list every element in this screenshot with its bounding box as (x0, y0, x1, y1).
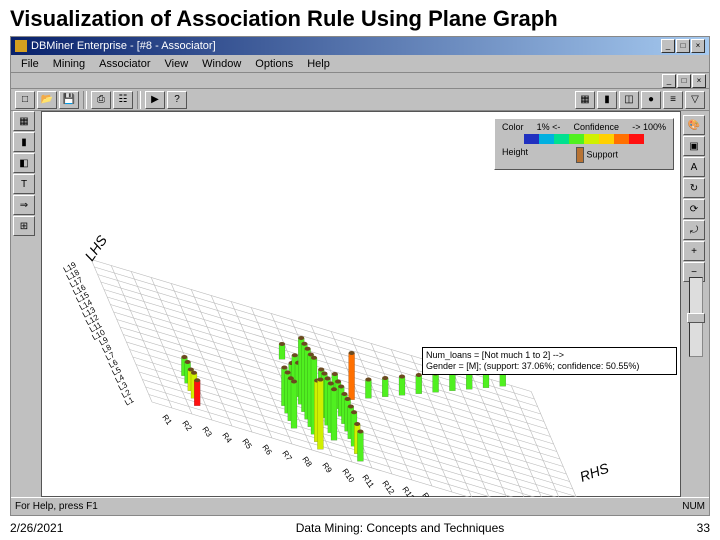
view-grid-icon[interactable]: ▦ (13, 111, 35, 131)
status-help-text: For Help, press F1 (15, 501, 98, 512)
mdi-restore-button[interactable]: □ (677, 74, 691, 88)
legend-scale-right: -> 100% (632, 122, 666, 132)
plot-viewport: Color 1% <- Confidence -> 100% Height Su… (41, 111, 681, 497)
right-toolbar: 🎨 ▣ A ↻ ⟳ ⤾ + − (683, 115, 707, 282)
svg-text:R5: R5 (240, 437, 254, 451)
menu-associator[interactable]: Associator (93, 57, 156, 71)
slide-title: Visualization of Association Rule Using … (0, 0, 720, 36)
ball-icon[interactable]: ● (641, 91, 661, 109)
minimize-button[interactable]: _ (661, 39, 675, 53)
app-window: DBMiner Enterprise - [#8 - Associator] _… (10, 36, 710, 516)
app-icon (15, 40, 27, 52)
bar-icon[interactable]: ▮ (597, 91, 617, 109)
legend-panel: Color 1% <- Confidence -> 100% Height Su… (494, 118, 674, 170)
slide-page-number: 33 (670, 521, 710, 535)
svg-text:R4: R4 (220, 431, 234, 445)
svg-text:LHS: LHS (81, 232, 110, 264)
menu-view[interactable]: View (159, 57, 195, 71)
menu-mining[interactable]: Mining (47, 57, 91, 71)
legend-support-label: Support (587, 149, 619, 159)
svg-text:R12: R12 (380, 479, 396, 497)
svg-text:R6: R6 (260, 443, 274, 457)
slide-footer: 2/26/2021 Data Mining: Concepts and Tech… (0, 518, 720, 538)
svg-text:R10: R10 (340, 467, 356, 485)
filter-icon[interactable]: ▽ (685, 91, 705, 109)
close-button[interactable]: × (691, 39, 705, 53)
legend-bar-icon (576, 147, 584, 163)
window-titlebar: DBMiner Enterprise - [#8 - Associator] _… (11, 37, 709, 55)
plane-graph[interactable]: R1R2R3R4R5R6R7R8R9R10R11R12R13R14R15R16R… (62, 172, 662, 502)
menu-help[interactable]: Help (301, 57, 336, 71)
menubar: File Mining Associator View Window Optio… (11, 55, 709, 73)
help-icon[interactable]: ? (167, 91, 187, 109)
svg-text:R7: R7 (280, 449, 294, 463)
tooltip-line1: Num_loans = [Not much 1 to 2] --> (426, 350, 673, 361)
new-icon[interactable]: □ (15, 91, 35, 109)
svg-text:R11: R11 (360, 473, 376, 490)
main-toolbar: □ 📂 💾 ⎙ ☷ ▶ ? ▦ ▮ ◫ ● ≡ ▽ (11, 89, 709, 111)
mdi-controls: _ □ × (11, 73, 709, 89)
slider-thumb[interactable] (687, 313, 705, 323)
view-text-icon[interactable]: T (13, 174, 35, 194)
svg-text:R8: R8 (300, 455, 314, 469)
font-icon[interactable]: A (683, 157, 705, 177)
legend-scale-left: 1% <- (537, 122, 561, 132)
left-toolbar: ▦ ▮ ◧ T ⇒ ⊞ (13, 111, 39, 236)
grid-icon[interactable]: ▦ (575, 91, 595, 109)
open-icon[interactable]: 📂 (37, 91, 57, 109)
status-bar: For Help, press F1 NUM (11, 497, 709, 515)
slide-date: 2/26/2021 (10, 521, 130, 535)
run-icon[interactable]: ▶ (145, 91, 165, 109)
menu-file[interactable]: File (15, 57, 45, 71)
svg-text:R9: R9 (320, 461, 334, 475)
slide-footer-title: Data Mining: Concepts and Techniques (130, 521, 670, 535)
rotate-x-icon[interactable]: ↻ (683, 178, 705, 198)
legend-color-label: Color (502, 122, 524, 132)
svg-text:R1: R1 (160, 413, 174, 427)
menu-window[interactable]: Window (196, 57, 247, 71)
plane-icon[interactable]: ◫ (619, 91, 639, 109)
menu-options[interactable]: Options (249, 57, 299, 71)
mdi-close-button[interactable]: × (692, 74, 706, 88)
view-tree-icon[interactable]: ⊞ (13, 216, 35, 236)
rule-icon[interactable]: ≡ (663, 91, 683, 109)
palette-icon[interactable]: 🎨 (683, 115, 705, 135)
toolbar-separator (83, 91, 87, 109)
svg-text:R2: R2 (180, 419, 194, 433)
tooltip-line2: Gender = [M]; (support: 37.06%; confiden… (426, 361, 673, 372)
view-bar-icon[interactable]: ▮ (13, 132, 35, 152)
zoom-in-icon[interactable]: + (683, 241, 705, 261)
rotate-z-icon[interactable]: ⤾ (683, 220, 705, 240)
view-plane-icon[interactable]: ◧ (13, 153, 35, 173)
rule-tooltip: Num_loans = [Not much 1 to 2] --> Gender… (422, 347, 677, 375)
maximize-button[interactable]: □ (676, 39, 690, 53)
rotate-y-icon[interactable]: ⟳ (683, 199, 705, 219)
window-title: DBMiner Enterprise - [#8 - Associator] (31, 40, 661, 52)
svg-text:RHS: RHS (578, 459, 612, 484)
toolbar-separator (137, 91, 141, 109)
svg-text:R3: R3 (200, 425, 214, 439)
status-numlock: NUM (682, 501, 705, 512)
mdi-minimize-button[interactable]: _ (662, 74, 676, 88)
tree-icon[interactable]: ☷ (113, 91, 133, 109)
threshold-slider[interactable] (689, 277, 703, 357)
legend-scale-mid: Confidence (574, 122, 620, 132)
view-rule-icon[interactable]: ⇒ (13, 195, 35, 215)
legend-height-label: Height (502, 147, 528, 163)
save-icon[interactable]: 💾 (59, 91, 79, 109)
legend-color-scale (524, 134, 644, 144)
print-icon[interactable]: ⎙ (91, 91, 111, 109)
bgcolor-icon[interactable]: ▣ (683, 136, 705, 156)
